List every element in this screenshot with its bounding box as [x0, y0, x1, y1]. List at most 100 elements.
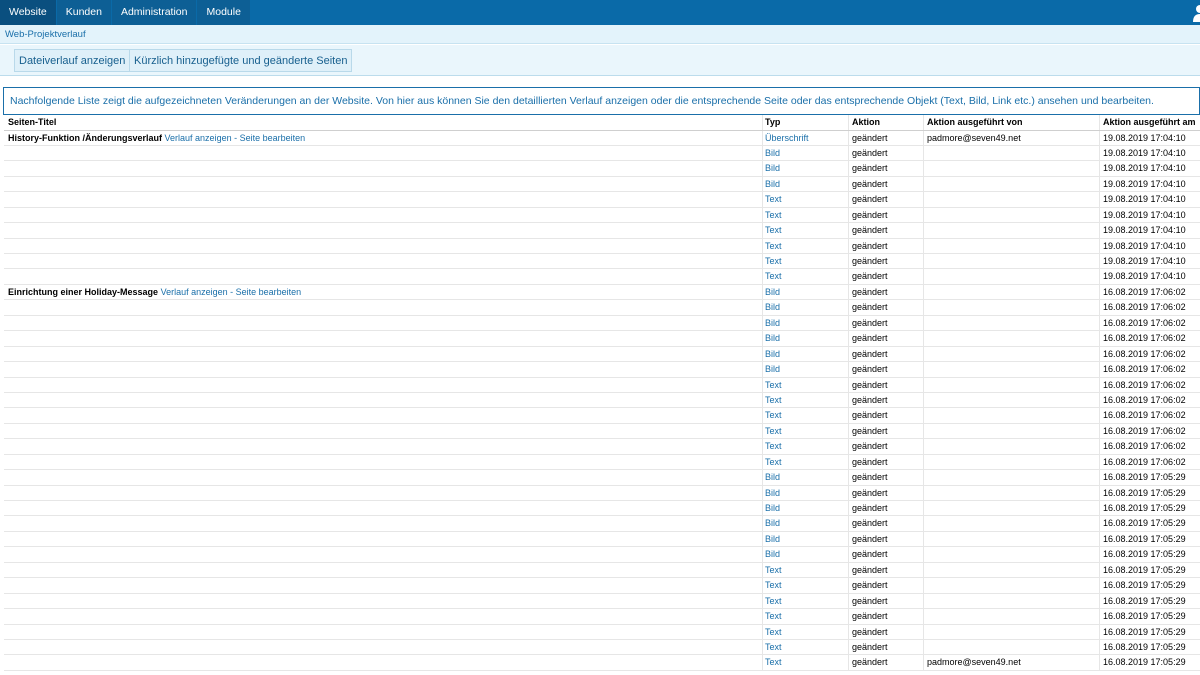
- table-row: Text geändert 16.08.2019 17:05:29: [4, 578, 1200, 594]
- type-link[interactable]: Bild: [762, 161, 848, 176]
- cell-ausgefuehrt-von: [923, 377, 1099, 392]
- type-link[interactable]: Text: [762, 439, 848, 454]
- cell-aktion: geändert: [848, 254, 923, 269]
- type-link[interactable]: Text: [762, 207, 848, 223]
- type-link[interactable]: Text: [762, 593, 848, 609]
- breadcrumb-link-web-projektverlauf[interactable]: Web-Projektverlauf: [5, 29, 86, 40]
- cell-ausgefuehrt-am: 19.08.2019 17:04:10: [1099, 254, 1200, 269]
- type-link[interactable]: Text: [762, 254, 848, 269]
- cell-seiten-titel: [8, 470, 760, 484]
- type-link[interactable]: Text: [762, 562, 848, 578]
- cell-ausgefuehrt-von: [923, 161, 1099, 176]
- cell-seiten-titel: [8, 532, 760, 546]
- cell-seiten-titel: [8, 239, 760, 253]
- edit-page-link[interactable]: Seite bearbeiten: [240, 133, 306, 143]
- type-link[interactable]: Überschrift: [762, 130, 848, 145]
- cell-seiten-titel: [8, 362, 760, 376]
- type-link[interactable]: Bild: [762, 362, 848, 377]
- table-row: Text geändert 19.08.2019 17:04:10: [4, 238, 1200, 254]
- table-row: Text geändert 19.08.2019 17:04:10: [4, 269, 1200, 285]
- cell-ausgefuehrt-am: 16.08.2019 17:05:29: [1099, 655, 1200, 670]
- edit-page-link[interactable]: Seite bearbeiten: [236, 287, 302, 297]
- cell-aktion: geändert: [848, 176, 923, 192]
- cell-seiten-titel: [8, 424, 760, 438]
- type-link[interactable]: Bild: [762, 531, 848, 547]
- nav-tabs: Website Kunden Administration Module: [0, 0, 1200, 25]
- cell-seiten-titel: [8, 316, 760, 330]
- table-row: Text geändert 16.08.2019 17:05:29: [4, 609, 1200, 625]
- type-link[interactable]: Text: [762, 655, 848, 670]
- type-link[interactable]: Bild: [762, 145, 848, 161]
- cell-ausgefuehrt-am: 16.08.2019 17:06:02: [1099, 315, 1200, 331]
- table-row: Einrichtung einer Holiday-Message Verlau…: [4, 284, 1200, 301]
- type-link[interactable]: Bild: [762, 516, 848, 531]
- type-link[interactable]: Bild: [762, 331, 848, 346]
- type-link[interactable]: Text: [762, 408, 848, 423]
- cell-aktion: geändert: [848, 578, 923, 593]
- type-link[interactable]: Bild: [762, 501, 848, 516]
- type-link[interactable]: Text: [762, 624, 848, 639]
- cell-ausgefuehrt-von: [923, 331, 1099, 346]
- cell-aktion: geändert: [848, 269, 923, 284]
- type-link[interactable]: Text: [762, 578, 848, 593]
- cell-seiten-titel: [8, 331, 760, 345]
- user-icon[interactable]: [1192, 4, 1200, 22]
- type-link[interactable]: Text: [762, 269, 848, 284]
- cell-seiten-titel: [8, 254, 760, 268]
- file-history-button[interactable]: Dateiverlauf anzeigen: [14, 49, 131, 72]
- type-link[interactable]: Text: [762, 423, 848, 439]
- type-link[interactable]: Text: [762, 392, 848, 408]
- cell-seiten-titel: [8, 177, 760, 191]
- table-row: Bild geändert 16.08.2019 17:06:02: [4, 300, 1200, 316]
- header-ausgefuehrt-am: Aktion ausgeführt am: [1099, 115, 1200, 130]
- nav-tab-module[interactable]: Module: [197, 0, 250, 25]
- type-link[interactable]: Bild: [762, 284, 848, 300]
- type-link[interactable]: Text: [762, 377, 848, 392]
- cell-ausgefuehrt-von: [923, 516, 1099, 531]
- cell-aktion: geändert: [848, 639, 923, 655]
- show-history-link[interactable]: Verlauf anzeigen: [161, 287, 228, 297]
- type-link[interactable]: Text: [762, 238, 848, 253]
- header-aktion: Aktion: [848, 115, 923, 130]
- type-link[interactable]: Bild: [762, 547, 848, 562]
- cell-ausgefuehrt-am: 19.08.2019 17:04:10: [1099, 176, 1200, 192]
- show-history-link[interactable]: Verlauf anzeigen: [165, 133, 232, 143]
- nav-tab-website[interactable]: Website: [0, 0, 56, 25]
- cell-aktion: geändert: [848, 284, 923, 300]
- cell-ausgefuehrt-von: [923, 269, 1099, 284]
- type-link[interactable]: Text: [762, 192, 848, 207]
- cell-ausgefuehrt-am: 19.08.2019 17:04:10: [1099, 207, 1200, 223]
- type-link[interactable]: Text: [762, 454, 848, 470]
- cell-seiten-titel: Einrichtung einer Holiday-Message Verlau…: [8, 285, 760, 299]
- nav-tab-kunden[interactable]: Kunden: [56, 0, 111, 25]
- type-link[interactable]: Bild: [762, 485, 848, 500]
- table-row: Text geändert 16.08.2019 17:06:02: [4, 439, 1200, 455]
- cell-ausgefuehrt-am: 16.08.2019 17:06:02: [1099, 346, 1200, 362]
- cell-ausgefuehrt-von: [923, 578, 1099, 593]
- cell-aktion: geändert: [848, 207, 923, 223]
- cell-ausgefuehrt-am: 16.08.2019 17:06:02: [1099, 331, 1200, 346]
- cell-seiten-titel: [8, 563, 760, 577]
- cell-seiten-titel: [8, 547, 760, 561]
- cell-aktion: geändert: [848, 346, 923, 362]
- cell-aktion: geändert: [848, 315, 923, 331]
- cell-aktion: geändert: [848, 192, 923, 207]
- cell-ausgefuehrt-am: 19.08.2019 17:04:10: [1099, 223, 1200, 238]
- page-title: Einrichtung einer Holiday-Message: [8, 286, 159, 297]
- type-link[interactable]: Text: [762, 639, 848, 655]
- type-link[interactable]: Bild: [762, 346, 848, 362]
- cell-aktion: geändert: [848, 624, 923, 639]
- type-link[interactable]: Text: [762, 609, 848, 624]
- type-link[interactable]: Bild: [762, 176, 848, 192]
- table-row: Bild geändert 16.08.2019 17:05:29: [4, 531, 1200, 548]
- type-link[interactable]: Bild: [762, 470, 848, 485]
- cell-ausgefuehrt-am: 16.08.2019 17:06:02: [1099, 408, 1200, 423]
- recent-pages-button[interactable]: Kürzlich hinzugefügte und geänderte Seit…: [129, 49, 353, 72]
- nav-tab-administration[interactable]: Administration: [111, 0, 197, 25]
- type-link[interactable]: Bild: [762, 300, 848, 315]
- cell-aktion: geändert: [848, 238, 923, 253]
- type-link[interactable]: Text: [762, 223, 848, 238]
- table-row: Text geändert 19.08.2019 17:04:10: [4, 254, 1200, 270]
- cell-seiten-titel: [8, 223, 760, 237]
- type-link[interactable]: Bild: [762, 315, 848, 331]
